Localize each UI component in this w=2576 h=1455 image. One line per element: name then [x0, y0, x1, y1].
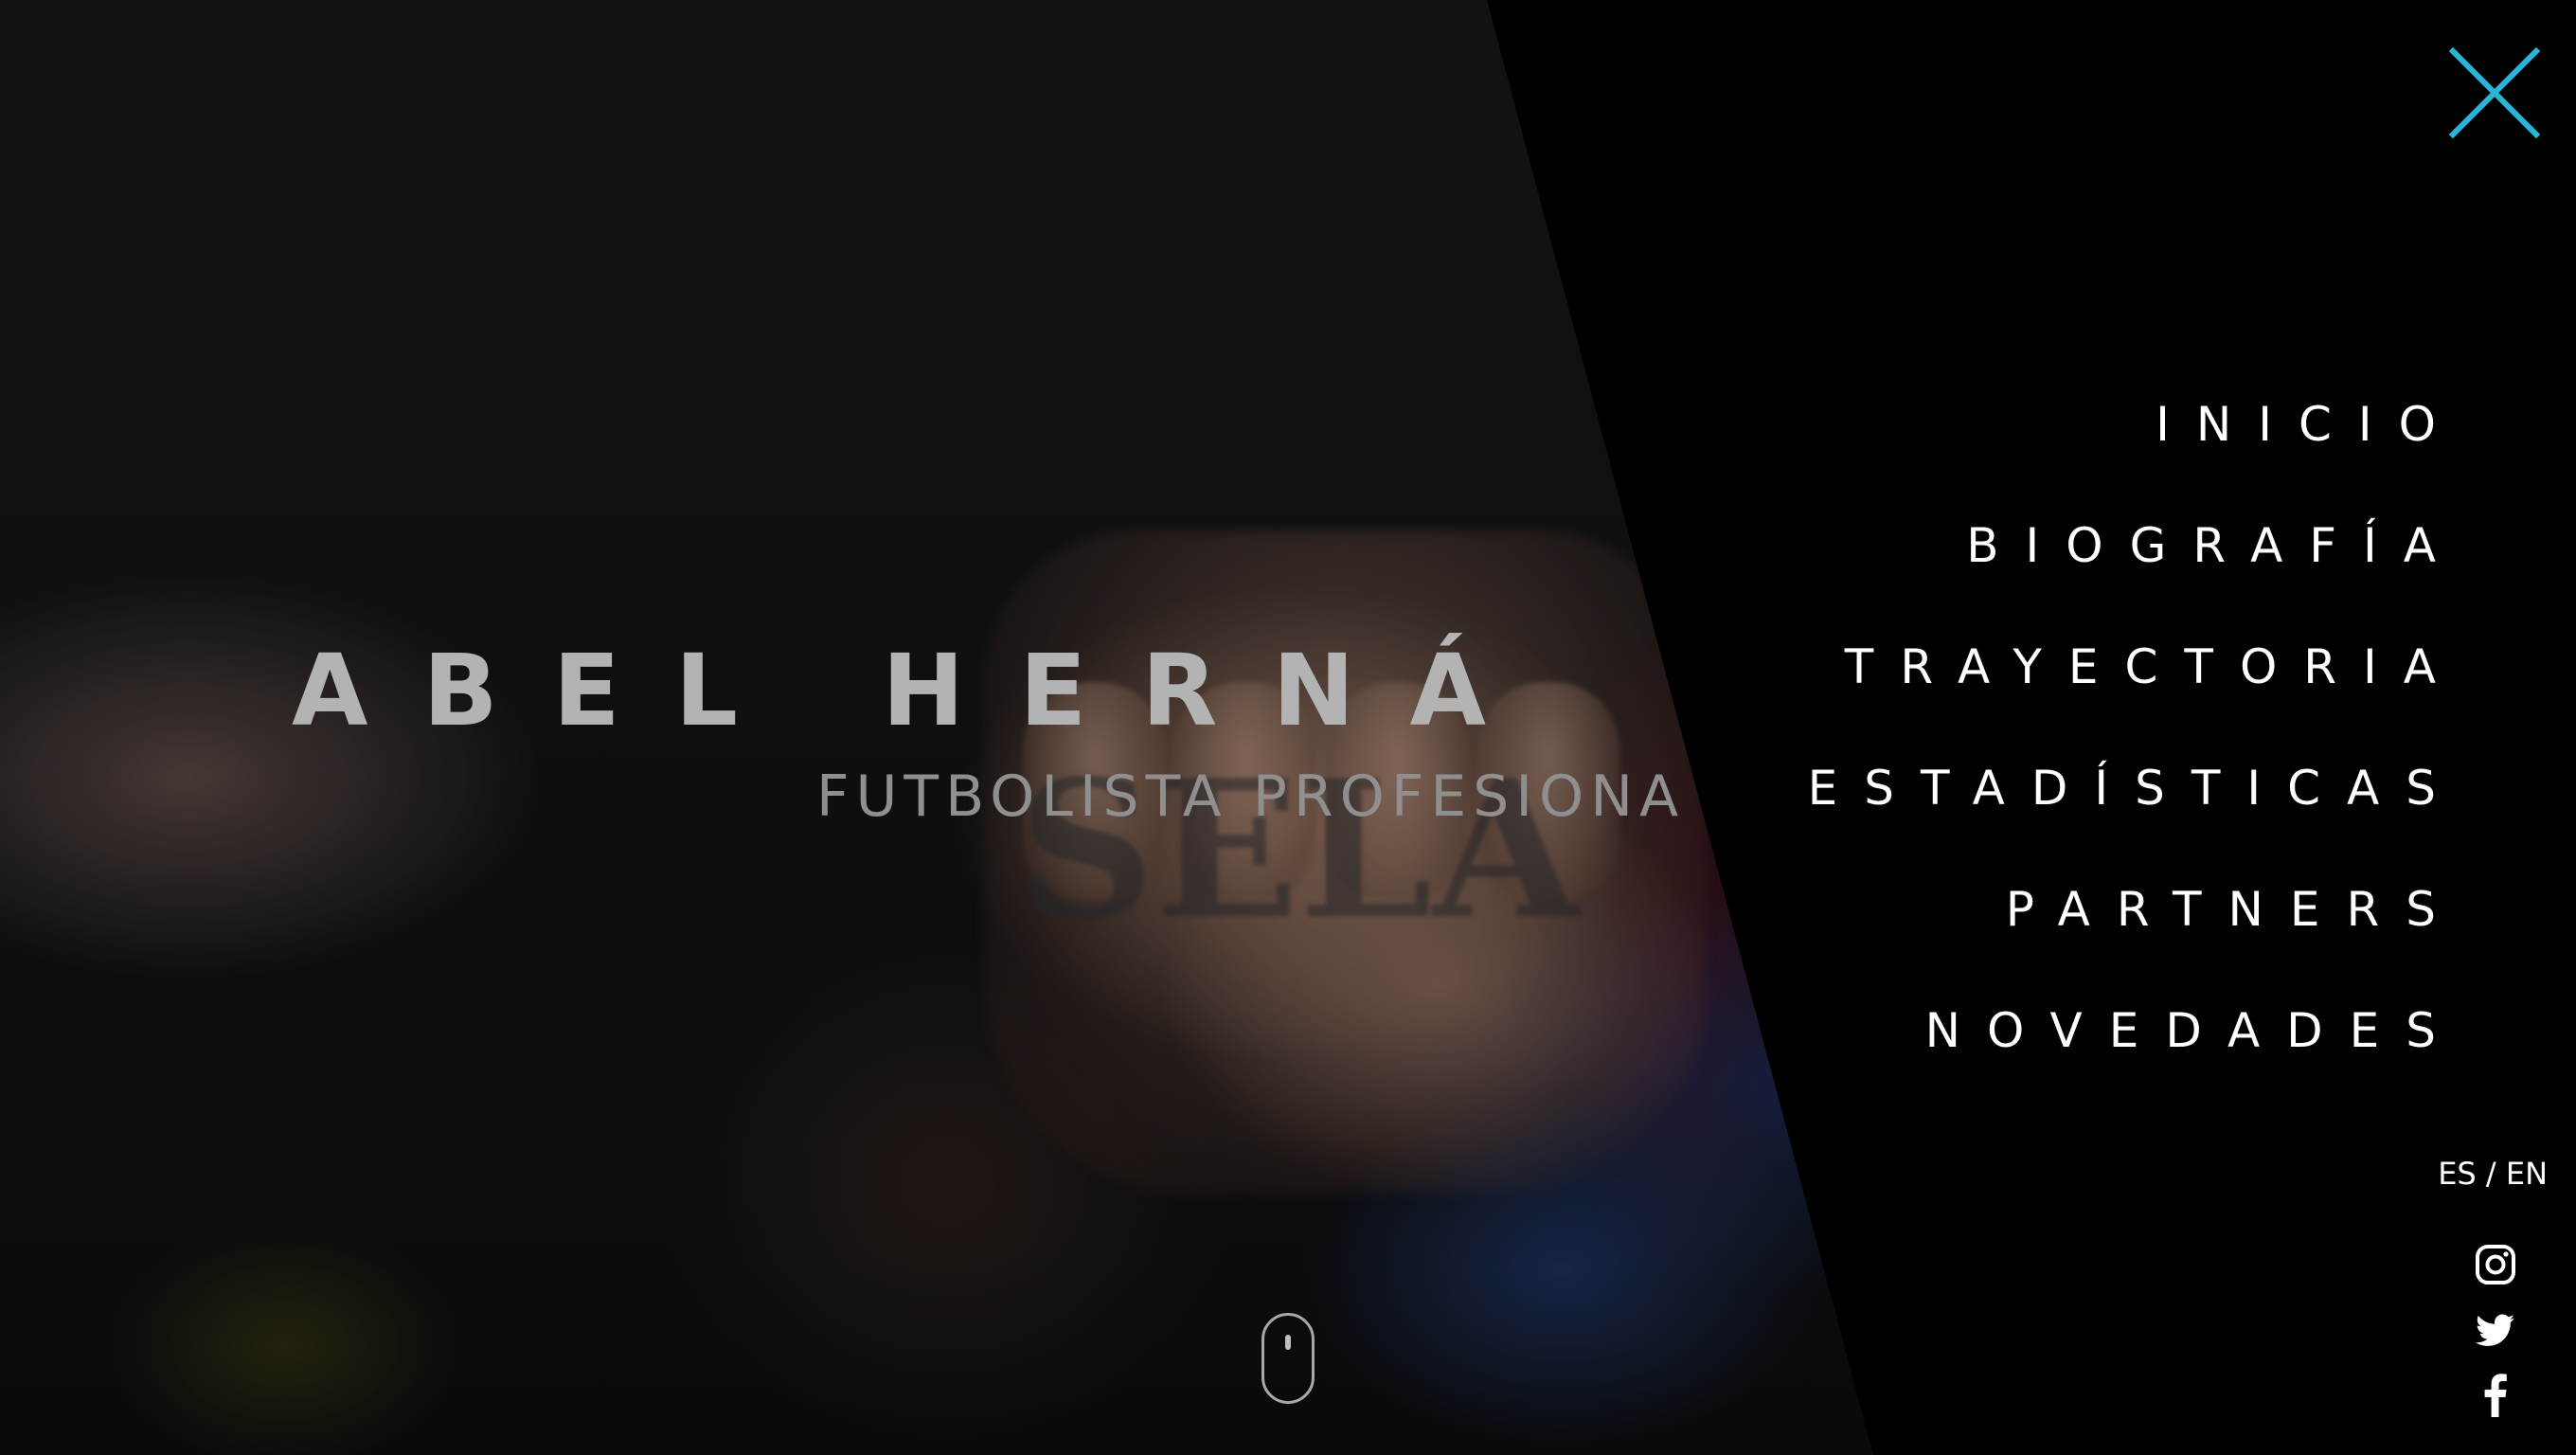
instagram-icon: [2476, 1245, 2515, 1284]
language-switcher: ES / EN: [2438, 1156, 2548, 1192]
scroll-down-icon[interactable]: [1261, 1313, 1315, 1404]
scroll-wheel: [1285, 1335, 1291, 1350]
menu-item-partners[interactable]: PARTNERS: [1808, 871, 2462, 993]
language-separator: /: [2476, 1156, 2506, 1192]
close-icon: [2448, 46, 2541, 139]
hero-subtitle: FUTBOLISTA PROFESIONA: [816, 763, 1686, 830]
menu-item-estadisticas[interactable]: ESTADÍSTICAS: [1808, 750, 2462, 871]
menu-item-novedades[interactable]: NOVEDADES: [1808, 993, 2462, 1114]
close-menu-button[interactable]: [2448, 46, 2541, 139]
facebook-link[interactable]: [2474, 1374, 2517, 1417]
menu-item-biografia[interactable]: BIOGRAFÍA: [1808, 508, 2462, 629]
main-menu: INICIO BIOGRAFÍA TRAYECTORIA ESTADÍSTICA…: [1808, 386, 2462, 1114]
language-en-link[interactable]: EN: [2506, 1156, 2548, 1192]
language-es-link[interactable]: ES: [2438, 1156, 2477, 1192]
twitter-icon: [2476, 1314, 2514, 1346]
page: SELA ABEL HERNÁ FUTBOLISTA PROFESIONA IN…: [0, 0, 2576, 1455]
facebook-icon: [2484, 1374, 2507, 1417]
menu-item-inicio[interactable]: INICIO: [1808, 386, 2462, 508]
instagram-link[interactable]: [2474, 1243, 2517, 1286]
twitter-link[interactable]: [2474, 1309, 2517, 1353]
hero-title: ABEL HERNÁ: [292, 633, 1541, 748]
menu-item-trayectoria[interactable]: TRAYECTORIA: [1808, 629, 2462, 750]
